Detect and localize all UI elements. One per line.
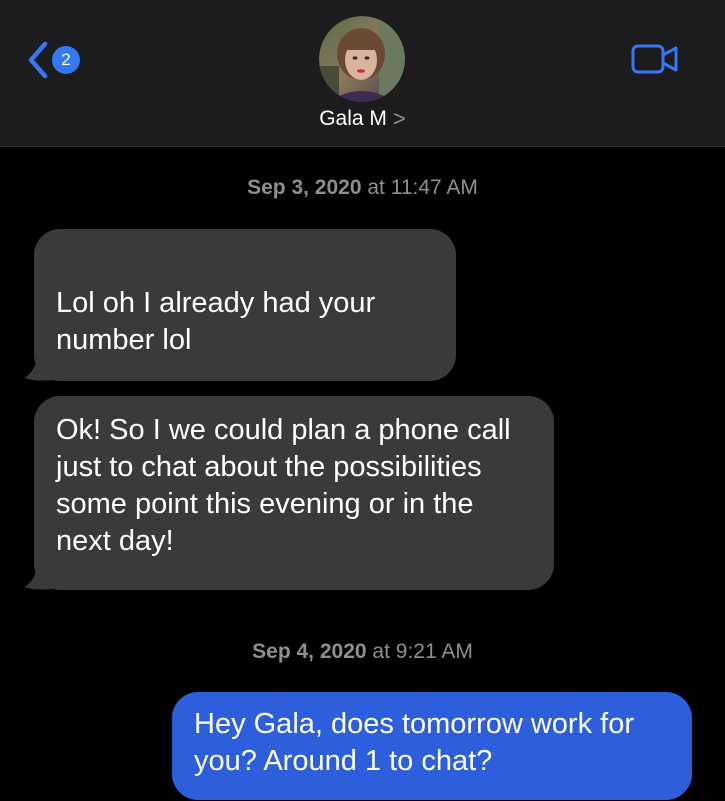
message-bubble-outgoing[interactable]: Hey Gala, does tomorrow work for you? Ar… xyxy=(172,692,692,800)
timestamp-divider: Sep 4, 2020 at 9:21 AM xyxy=(0,640,725,664)
unread-count-badge: 2 xyxy=(52,46,80,74)
contact-avatar[interactable] xyxy=(319,16,405,102)
conversation-header: 2 Gala M > xyxy=(0,0,725,147)
contact-name-button[interactable]: Gala M > xyxy=(0,104,725,134)
message-bubble-incoming[interactable]: Lol oh I already had your number lol xyxy=(34,229,456,381)
back-button[interactable]: 2 xyxy=(26,40,80,80)
timestamp-time: at 9:21 AM xyxy=(372,640,473,663)
facetime-video-button[interactable] xyxy=(630,42,680,76)
timestamp-date: Sep 4, 2020 xyxy=(252,640,367,663)
video-camera-icon xyxy=(630,44,680,80)
message-bubble-incoming[interactable]: Ok! So I we could plan a phone call just… xyxy=(34,396,554,590)
chevron-left-icon xyxy=(26,40,50,80)
timestamp-date: Sep 3, 2020 xyxy=(247,176,362,199)
message-text: Lol oh I already had your number lol xyxy=(56,287,376,356)
message-text: Hey Gala, does tomorrow work for you? Ar… xyxy=(194,708,634,777)
chevron-right-icon: > xyxy=(392,106,406,131)
timestamp-time: at 11:47 AM xyxy=(367,176,478,199)
contact-name: Gala M xyxy=(319,107,387,130)
message-text: Ok! So I we could plan a phone call just… xyxy=(56,414,511,557)
timestamp-divider: Sep 3, 2020 at 11:47 AM xyxy=(0,176,725,200)
